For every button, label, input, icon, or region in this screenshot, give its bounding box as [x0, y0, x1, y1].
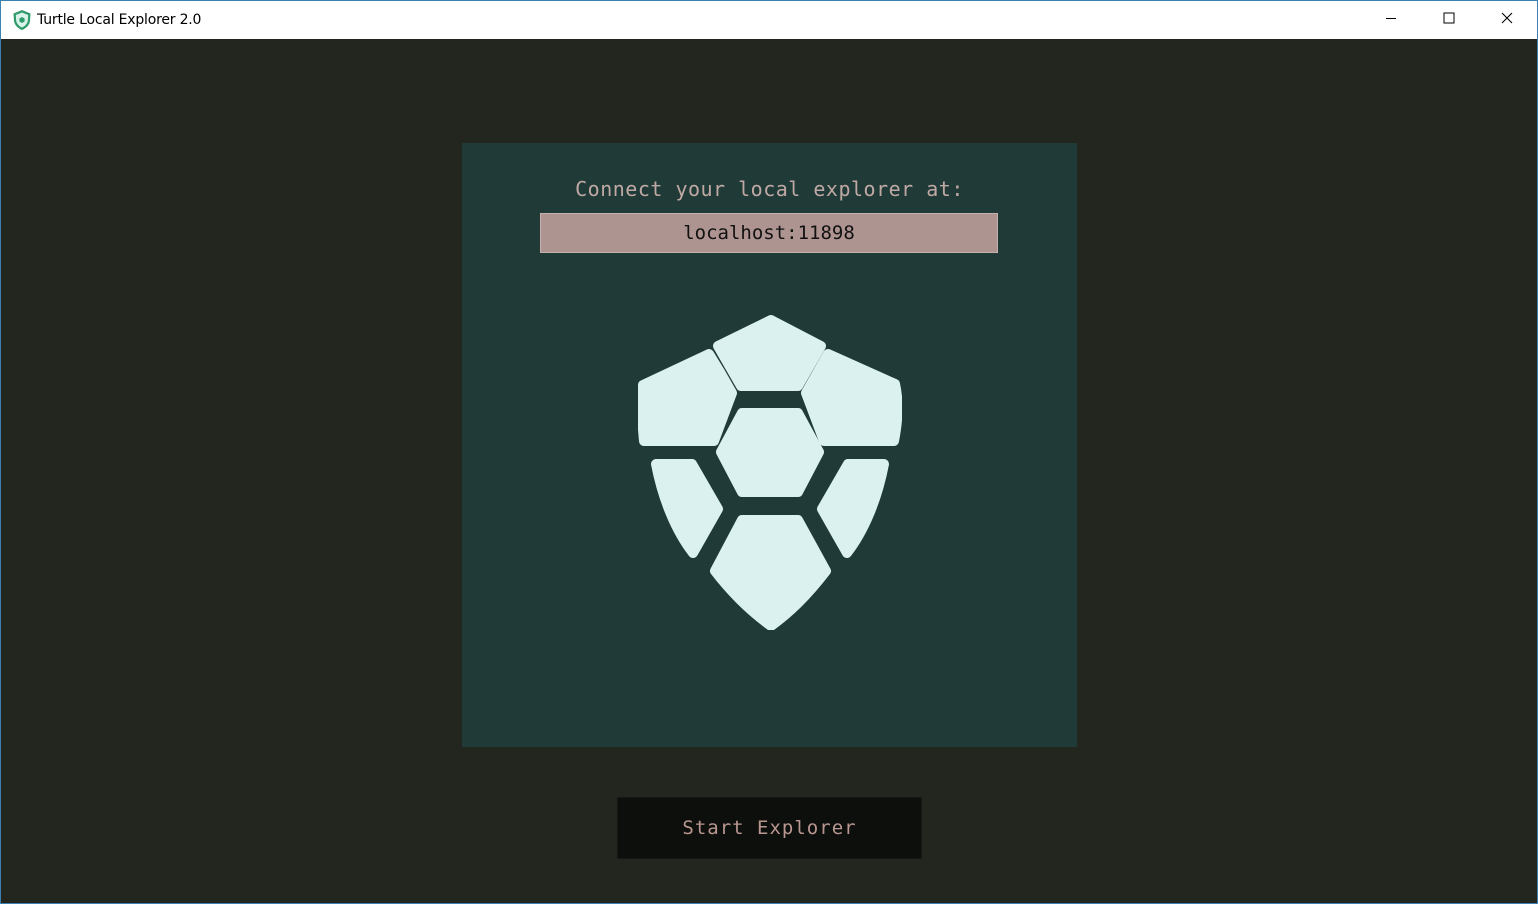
connection-panel: Connect your local explorer at: localhos…: [462, 143, 1077, 747]
start-explorer-button[interactable]: Start Explorer: [617, 797, 922, 859]
close-icon: [1501, 11, 1513, 29]
app-window: Turtle Local Explorer 2.0 Connect your l…: [0, 0, 1538, 904]
window-title: Turtle Local Explorer 2.0: [37, 12, 202, 28]
title-bar[interactable]: Turtle Local Explorer 2.0: [1, 1, 1537, 39]
address-field[interactable]: localhost:11898: [540, 213, 998, 253]
minimize-icon: [1385, 11, 1397, 29]
close-button[interactable]: [1478, 1, 1536, 39]
maximize-button[interactable]: [1420, 1, 1478, 39]
turtle-shield-icon: [11, 9, 33, 31]
minimize-button[interactable]: [1362, 1, 1420, 39]
maximize-icon: [1443, 11, 1455, 29]
client-area: Connect your local explorer at: localhos…: [1, 39, 1537, 903]
turtle-shell-logo: [636, 312, 903, 631]
connect-label: Connect your local explorer at:: [575, 177, 964, 201]
